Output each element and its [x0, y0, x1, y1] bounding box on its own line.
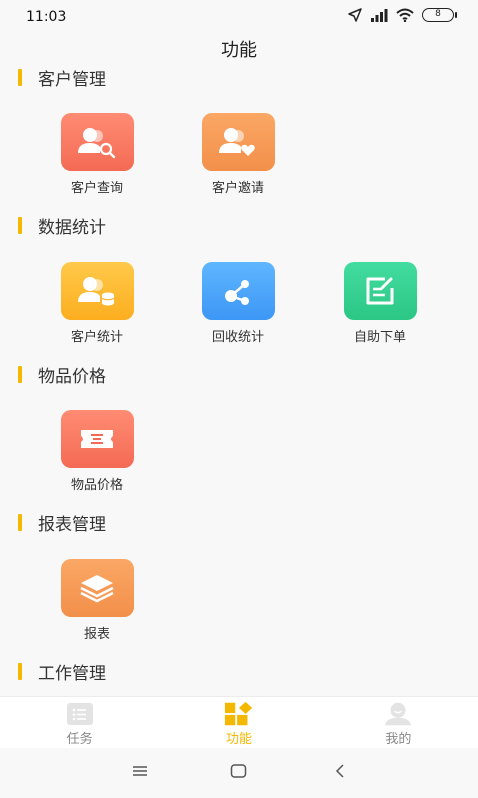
- section-header-work-management: 工作管理: [18, 659, 106, 684]
- tile-customer-invite[interactable]: 客户邀请: [188, 113, 288, 196]
- status-bar: 11:03 8: [0, 0, 478, 32]
- location-arrow-icon: [348, 8, 362, 22]
- profile-icon: [383, 701, 413, 727]
- tab-label: 功能: [225, 732, 252, 747]
- menu-icon[interactable]: [132, 763, 148, 779]
- bottom-tab-bar: 任务 功能 我的: [0, 696, 478, 748]
- section-header-data-statistics: 数据统计: [18, 213, 106, 238]
- section-accent-bar: [18, 662, 22, 680]
- tile-label: 自助下单: [353, 330, 406, 345]
- battery-icon: 8: [422, 8, 457, 22]
- section-header-report-management: 报表管理: [18, 510, 106, 535]
- user-heart-icon: [201, 113, 275, 171]
- status-icons: 8: [348, 8, 457, 22]
- ticket-icon: [60, 410, 134, 468]
- page-title: 功能: [221, 40, 257, 61]
- section-title: 报表管理: [38, 514, 106, 535]
- back-icon[interactable]: [333, 763, 347, 779]
- tab-mine[interactable]: 我的: [319, 697, 478, 748]
- section-header-item-prices: 物品价格: [18, 362, 106, 387]
- tile-label: 客户查询: [70, 181, 123, 196]
- section-title: 客户管理: [38, 69, 106, 90]
- signal-icon: [371, 9, 388, 22]
- task-list-icon: [65, 701, 95, 727]
- layers-icon: [60, 559, 134, 617]
- tile-label: 报表: [83, 627, 110, 642]
- system-nav-bar: [0, 748, 478, 798]
- tile-self-order[interactable]: 自助下单: [330, 262, 430, 345]
- tile-customer-query[interactable]: 客户查询: [47, 113, 147, 196]
- share-nodes-icon: [201, 262, 275, 320]
- status-time: 11:03: [26, 9, 67, 25]
- tab-label: 任务: [66, 732, 93, 747]
- tile-label: 回收统计: [211, 330, 264, 345]
- tile-report[interactable]: 报表: [47, 559, 147, 642]
- tile-label: 客户邀请: [211, 181, 264, 196]
- wifi-icon: [396, 8, 414, 22]
- section-accent-bar: [18, 365, 22, 383]
- edit-form-icon: [343, 262, 417, 320]
- function-grid-icon: [224, 701, 254, 727]
- user-search-icon: [60, 113, 134, 171]
- section-accent-bar: [18, 513, 22, 531]
- tile-recycle-statistics[interactable]: 回收统计: [188, 262, 288, 345]
- section-title: 工作管理: [38, 663, 106, 684]
- tile-label: 客户统计: [70, 330, 123, 345]
- tile-label: 物品价格: [70, 478, 123, 493]
- section-header-customer-management: 客户管理: [18, 65, 106, 90]
- tab-function[interactable]: 功能: [159, 697, 318, 748]
- tile-customer-statistics[interactable]: 客户统计: [47, 262, 147, 345]
- user-coins-icon: [60, 262, 134, 320]
- section-title: 数据统计: [38, 217, 106, 238]
- tile-item-prices[interactable]: 物品价格: [47, 410, 147, 493]
- section-accent-bar: [18, 68, 22, 86]
- battery-level: 8: [435, 9, 441, 19]
- section-accent-bar: [18, 216, 22, 234]
- tab-label: 我的: [385, 732, 412, 747]
- section-title: 物品价格: [38, 366, 106, 387]
- tab-task[interactable]: 任务: [0, 697, 159, 748]
- home-icon[interactable]: [230, 763, 247, 779]
